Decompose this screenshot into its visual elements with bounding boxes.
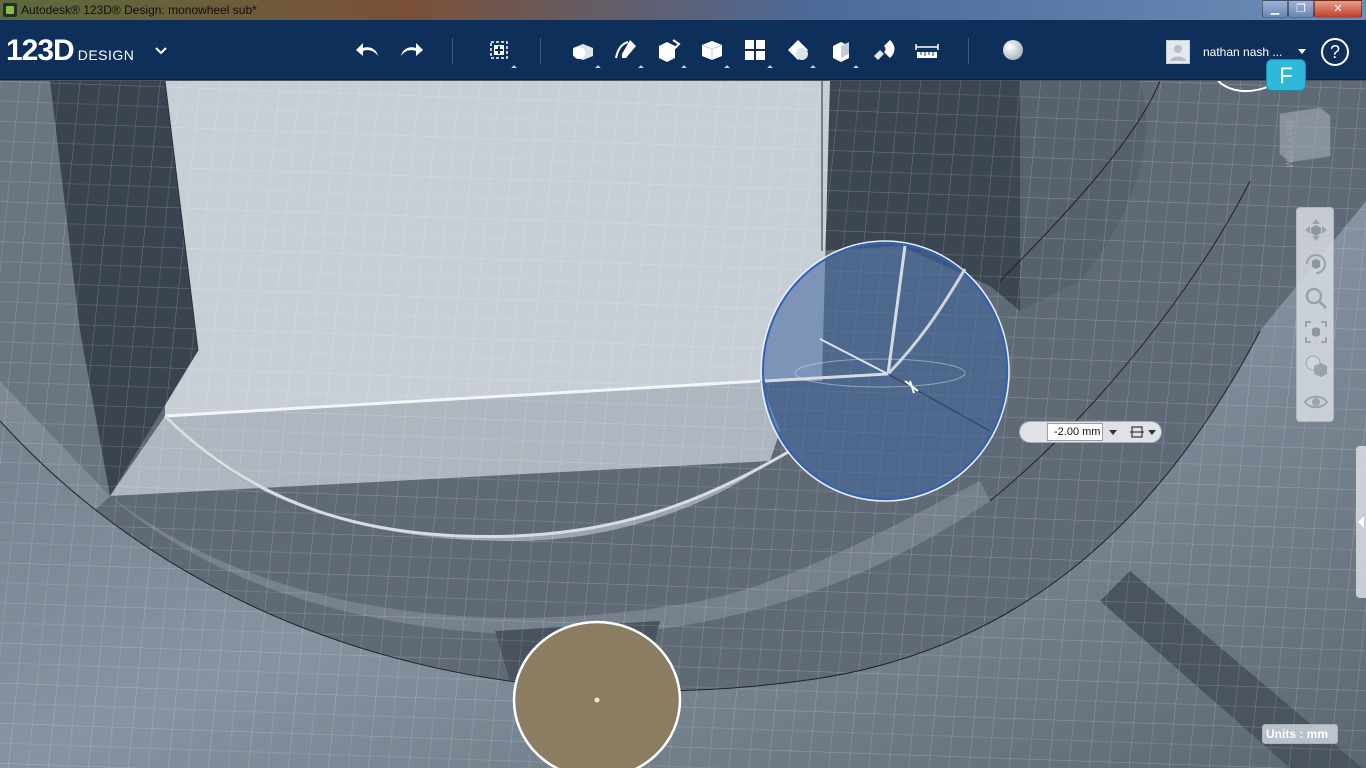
- toolbar-separator: [540, 38, 541, 64]
- pattern-grid-icon: [745, 40, 765, 60]
- app-icon: [3, 3, 17, 17]
- logo-text: 123D: [6, 34, 75, 67]
- undo-button[interactable]: [351, 34, 385, 66]
- pan-button[interactable]: [1302, 216, 1330, 244]
- orbit-icon: [1306, 254, 1326, 274]
- chevron-down-icon: [155, 47, 167, 55]
- view-cube-face-label: BOTTOM: [1283, 120, 1294, 169]
- title-bar: Autodesk® 123D® Design: monowheel sub* ▁…: [0, 0, 1366, 20]
- main-toolbar: 123D DESIGN nathan nash ... ?: [0, 20, 1366, 80]
- user-avatar-icon: [1170, 45, 1186, 61]
- user-avatar[interactable]: [1166, 40, 1190, 64]
- user-menu-chevron-icon[interactable]: [1298, 49, 1306, 54]
- toolbar-separator: [968, 38, 969, 64]
- sketch-button[interactable]: [609, 34, 644, 71]
- cube-icon: [701, 41, 723, 60]
- transform-icon: [490, 41, 508, 59]
- pan-icon: [1305, 219, 1327, 241]
- navigation-bar: [1296, 207, 1334, 422]
- combine-icon: [833, 42, 849, 62]
- side-panel-handle[interactable]: [1356, 446, 1366, 598]
- orbit-button[interactable]: [1302, 250, 1330, 278]
- fit-icon: [1305, 321, 1327, 343]
- group-shapes-icon: [788, 40, 808, 60]
- magnet-icon: [874, 40, 895, 60]
- zoom-icon: [1305, 287, 1328, 310]
- maximize-button[interactable]: ❐: [1288, 0, 1314, 18]
- selected-face[interactable]: [760, 240, 1010, 502]
- dimension-dropdown-button[interactable]: [1106, 423, 1120, 441]
- primitives-button[interactable]: [566, 34, 601, 71]
- units-label: Units : mm: [1266, 727, 1329, 741]
- construct-icon: [659, 39, 681, 62]
- primitives-icon: [573, 44, 593, 60]
- pattern-button[interactable]: [738, 34, 773, 71]
- f-badge[interactable]: F: [1266, 59, 1306, 91]
- measure-button[interactable]: [910, 34, 944, 66]
- extrude-mode-button[interactable]: [1128, 424, 1160, 440]
- undo-icon: [356, 43, 378, 56]
- material-button[interactable]: [996, 34, 1030, 66]
- logo-subtext: DESIGN: [77, 47, 135, 63]
- window-title: Autodesk® 123D® Design: monowheel sub*: [21, 3, 257, 17]
- view-mode-icon: [1305, 355, 1327, 377]
- sketch-circle[interactable]: [512, 620, 682, 768]
- 3d-viewport[interactable]: [0, 81, 1366, 768]
- scene-canvas[interactable]: [0, 81, 1366, 768]
- dimension-value-input[interactable]: [1047, 423, 1103, 441]
- material-sphere-icon: [1003, 40, 1023, 60]
- toolbar-separator: [452, 38, 453, 64]
- modify-button[interactable]: [695, 34, 730, 71]
- app-menu-button[interactable]: 123D DESIGN: [6, 34, 167, 68]
- redo-button[interactable]: [394, 34, 428, 66]
- visibility-button[interactable]: [1302, 388, 1330, 416]
- help-button[interactable]: ?: [1321, 38, 1349, 66]
- redo-icon: [401, 43, 423, 56]
- ruler-icon: [915, 44, 939, 58]
- minimize-button[interactable]: ▁: [1262, 0, 1288, 18]
- user-name[interactable]: nathan nash ...: [1203, 45, 1282, 59]
- eye-icon: [1303, 395, 1329, 409]
- transform-button[interactable]: [482, 34, 517, 71]
- view-mode-button[interactable]: [1302, 352, 1330, 380]
- close-button[interactable]: ✕: [1314, 0, 1362, 18]
- app-window: Autodesk® 123D® Design: monowheel sub* ▁…: [0, 0, 1366, 768]
- grouping-button[interactable]: [781, 34, 816, 71]
- fit-button[interactable]: [1302, 318, 1330, 346]
- construct-button[interactable]: [652, 34, 687, 71]
- zoom-button[interactable]: [1302, 284, 1330, 312]
- combine-button[interactable]: [824, 34, 859, 71]
- sketch-pen-icon: [615, 40, 636, 59]
- snap-button[interactable]: [867, 34, 901, 66]
